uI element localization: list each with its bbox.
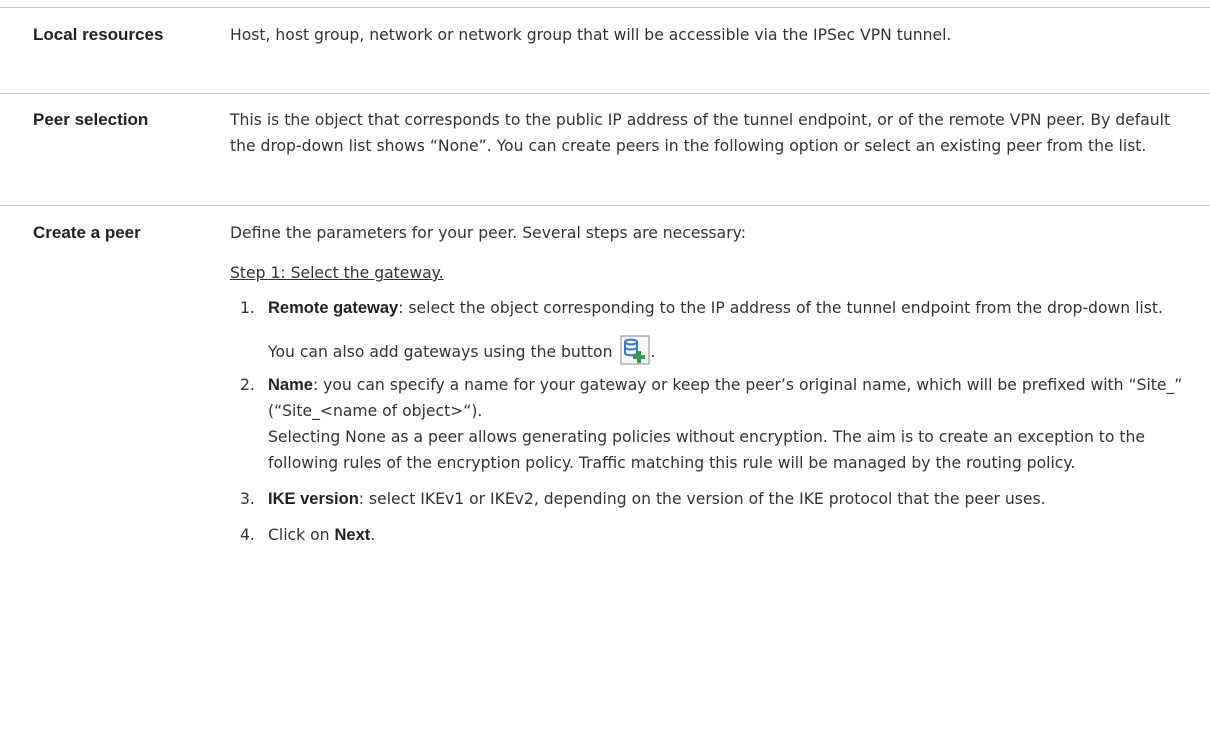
term-peer-selection: Peer selection (33, 110, 149, 129)
item-number: 1. (240, 299, 255, 317)
item-note: You can also add gateways using the butt… (268, 335, 1190, 365)
list-item-ike-version: 3. IKE version: select IKEv1 or IKEv2, d… (230, 486, 1190, 512)
definition-peer-selection: This is the object that corresponds to t… (230, 111, 1171, 155)
table-rule (0, 93, 1210, 94)
item-label: IKE version (268, 490, 359, 508)
table-rule-top (0, 7, 1210, 8)
item-pre: Click on (268, 526, 335, 544)
item-text: : you can specify a name for your gatewa… (268, 376, 1183, 420)
item-number: 2. (240, 376, 255, 394)
item-number: 3. (240, 490, 255, 508)
create-peer-intro: Define the parameters for your peer. Sev… (230, 224, 746, 242)
step-title: Step 1: Select the gateway. (230, 264, 444, 282)
definition-local-resources: Host, host group, network or network gro… (230, 26, 952, 44)
item-note: Selecting None as a peer allows generati… (268, 428, 1146, 472)
item-label: Name (268, 376, 313, 394)
item-label: Next (334, 526, 371, 544)
item-text: : select the object corresponding to the… (398, 299, 1163, 317)
item-text: . (370, 526, 376, 544)
item-label: Remote gateway (268, 299, 399, 317)
list-item-next: 4. Click on Next. (230, 522, 1190, 548)
steps-list: 1. Remote gateway: select the object cor… (230, 295, 1190, 548)
term-local-resources: Local resources (33, 25, 164, 44)
term-create-peer: Create a peer (33, 223, 141, 242)
add-gateway-icon (620, 335, 650, 365)
list-item-remote-gateway: 1. Remote gateway: select the object cor… (230, 295, 1190, 365)
item-number: 4. (240, 526, 255, 544)
list-item-name: 2. Name: you can specify a name for your… (230, 372, 1190, 476)
table-rule (0, 205, 1210, 206)
definition-create-peer: Define the parameters for your peer. Sev… (230, 220, 1190, 548)
item-text: : select IKEv1 or IKEv2, depending on th… (358, 490, 1046, 508)
